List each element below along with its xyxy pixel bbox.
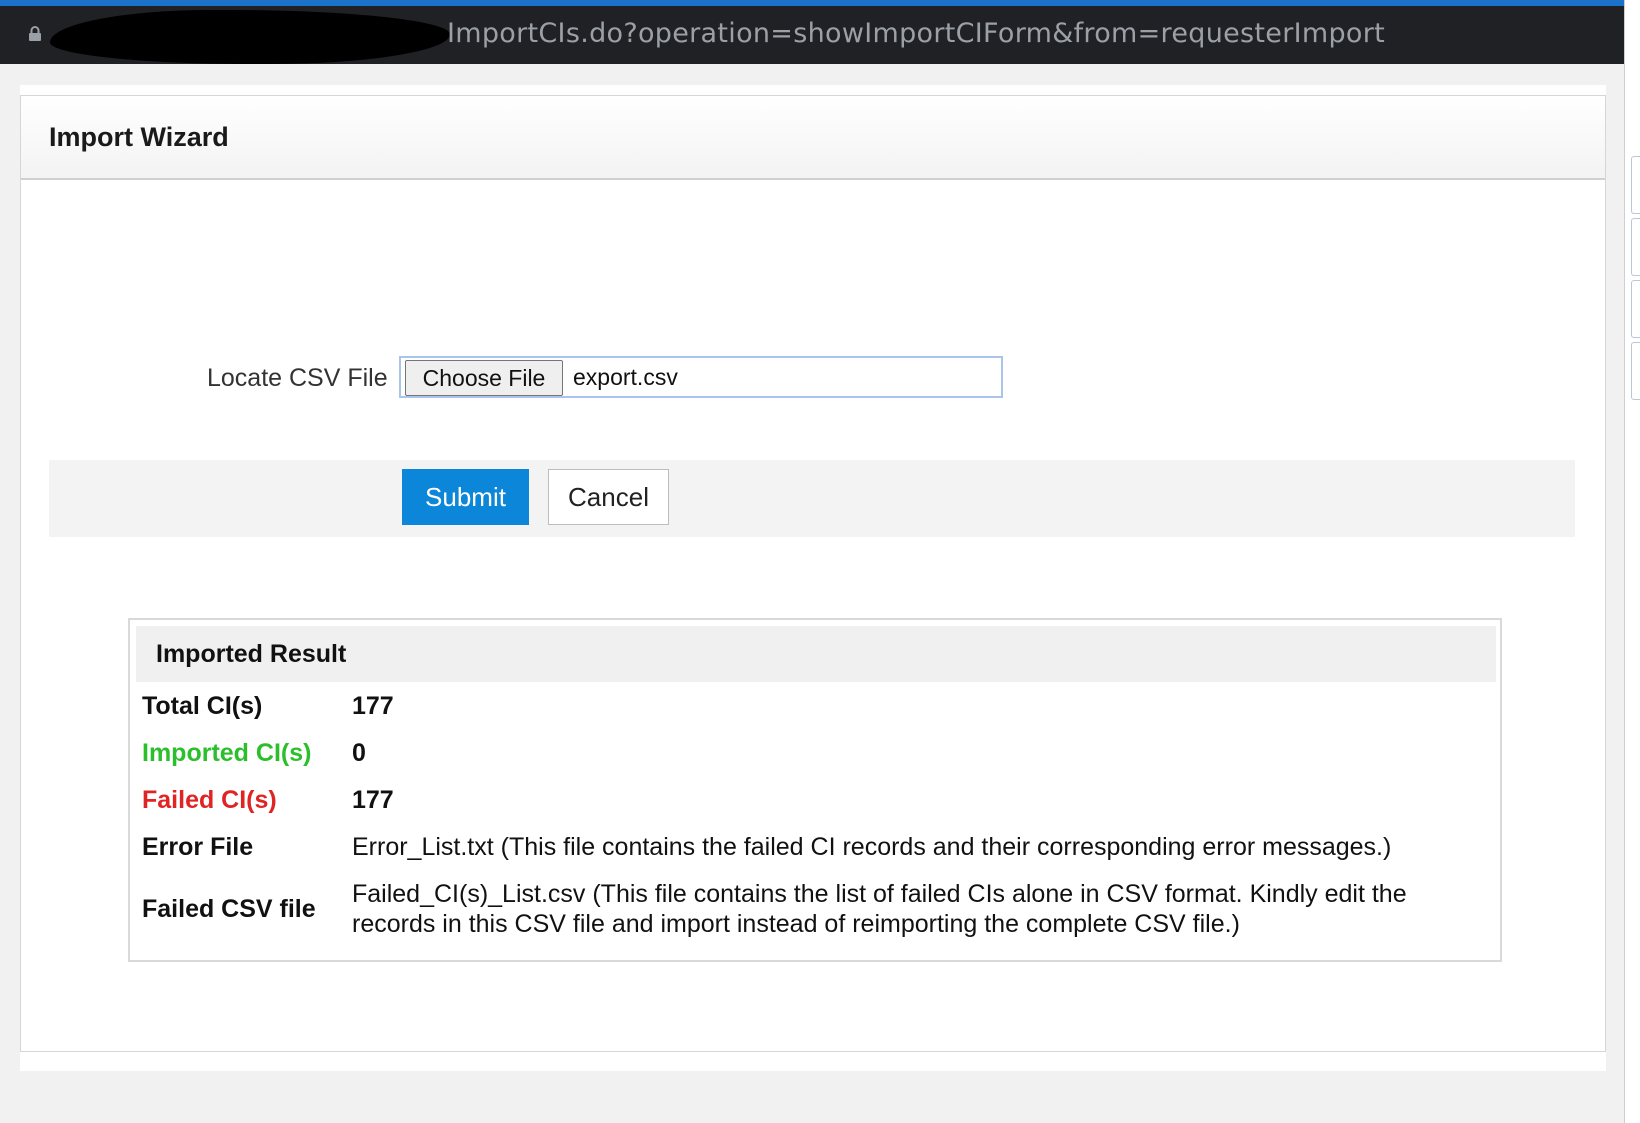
import-wizard-panel: Import Wizard Locate CSV File Choose Fil… <box>20 95 1606 1052</box>
choose-file-button[interactable]: Choose File <box>405 360 563 396</box>
imported-ci-value: 0 <box>352 739 366 767</box>
error-file-label: Error File <box>142 833 254 861</box>
side-tab[interactable] <box>1631 342 1640 400</box>
page-content: Import Wizard Locate CSV File Choose Fil… <box>20 85 1606 1071</box>
action-bar: Submit Cancel <box>49 460 1575 537</box>
locate-csv-label: Locate CSV File <box>207 364 388 392</box>
result-header: Imported Result <box>136 626 1496 682</box>
error-file-link[interactable]: Error_List.txt (This file contains the f… <box>352 833 1391 862</box>
result-title: Imported Result <box>156 640 347 668</box>
total-ci-value: 177 <box>352 692 394 720</box>
imported-result-box: Imported Result Total CI(s) 177 Imported… <box>128 618 1502 962</box>
failed-csv-label: Failed CSV file <box>142 895 316 923</box>
side-tab[interactable] <box>1631 156 1640 214</box>
failed-csv-link[interactable]: Failed_CI(s)_List.csv (This file contain… <box>352 880 1407 909</box>
csv-file-input[interactable]: Choose File export.csv <box>399 356 1003 398</box>
submit-button[interactable]: Submit <box>402 469 529 525</box>
page-footer-area <box>20 1071 1606 1123</box>
selected-file-name: export.csv <box>573 364 678 390</box>
imported-ci-label: Imported CI(s) <box>142 739 312 767</box>
lock-icon <box>29 26 41 41</box>
redacted-url-segment <box>50 10 450 64</box>
failed-csv-description: records in this CSV file and import inst… <box>352 910 1240 938</box>
side-scrollbar[interactable] <box>1624 0 1640 1123</box>
url-text[interactable]: ImportCIs.do?operation=showImportCIForm&… <box>447 18 1385 49</box>
cancel-button[interactable]: Cancel <box>548 469 669 525</box>
side-tab[interactable] <box>1631 280 1640 338</box>
side-tab[interactable] <box>1631 218 1640 276</box>
address-bar[interactable]: ImportCIs.do?operation=showImportCIForm&… <box>0 6 1624 64</box>
panel-header: Import Wizard <box>21 96 1605 180</box>
failed-ci-label: Failed CI(s) <box>142 786 277 814</box>
total-ci-label: Total CI(s) <box>142 692 263 720</box>
failed-ci-value: 177 <box>352 786 394 814</box>
page-title: Import Wizard <box>49 122 229 152</box>
